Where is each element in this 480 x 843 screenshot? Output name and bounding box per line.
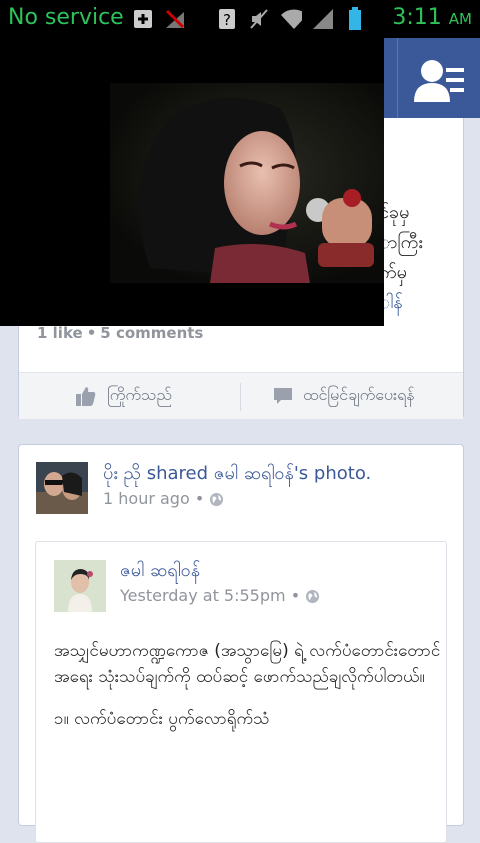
muted-icon [248,8,270,30]
actor-name[interactable]: ပိုး ညို [103,463,141,484]
story-1-line: က်မှ [379,262,407,283]
video-player[interactable] [0,38,384,326]
author-name[interactable]: ဇမါ ဆရါဝန် [120,558,200,585]
friends-list-icon [414,60,464,102]
video-frame [0,38,384,326]
story-2-headline: ပိုး ညို shared ဇမါ ဆရါဝန်'s photo. [103,461,371,488]
signal-icon [312,8,334,30]
separator-dot: • [194,489,205,508]
story-1-actions: ကြိုက်သည် ထင်မြင်ချက်ပေးရန် [19,372,463,419]
post-paragraph: ၁။ လက်ပံတောင်း ပွက်လောရိုက်သံ [54,709,270,729]
story-1-text: င်ခုမှ ာကြီး က်မှ ါန် [379,198,469,318]
wifi-icon [280,8,302,30]
story-1-line: ာကြီး [379,232,423,253]
story-2-timestamp[interactable]: 1 hour ago • [103,489,224,508]
globe-icon [306,589,320,604]
timestamp-text: Yesterday at 5:55pm [120,586,286,605]
story-1-line[interactable]: ါန် [379,288,469,318]
likes-count[interactable]: 1 like [37,324,83,342]
story-1-stats[interactable]: 1 like • 5 comments [37,324,203,342]
thumbs-up-icon [76,387,96,406]
plus-box-icon [132,8,154,30]
post-paragraph: အသျှင်မဟာကဏ္ဍကောဇ (အသွာမြေ) ရဲ့ လက်ပံတော… [54,641,441,687]
feed-story-2: ပိုး ညို shared ဇမါ ဆရါဝန်'s photo. 1 ho… [18,444,464,843]
status-bar: No service ? 3:11 AM [0,0,480,38]
globe-icon [210,492,224,507]
comments-count[interactable]: 5 comments [100,324,203,342]
comment-label: ထင်မြင်ချက်ပေးရန် [303,385,415,404]
carrier-label: No service [8,5,124,30]
shared-post-timestamp[interactable]: Yesterday at 5:55pm • [120,586,320,605]
author-avatar[interactable] [54,560,106,612]
separator-dot: • [86,324,97,342]
timestamp-text: 1 hour ago [103,489,190,508]
question-icon: ? [216,8,238,30]
svg-text:?: ? [223,11,231,29]
action-divider [240,383,241,411]
comment-button[interactable]: ထင်မြင်ချက်ပေးရန် [273,373,415,419]
shared-post[interactable]: ဇမါ ဆရါဝန် Yesterday at 5:55pm • အသျှင်မ… [35,541,447,843]
actor-avatar-photo [36,462,88,514]
comment-icon [274,388,292,404]
status-icons: ? [132,7,366,31]
like-button[interactable]: ကြိုက်သည် [75,373,172,419]
no-signal-icon [164,8,186,30]
friends-list-button[interactable] [397,38,480,118]
original-photo-link[interactable]: ဇမါ ဆရါဝန်'s photo [214,463,366,484]
like-label: ကြိုက်သည် [107,385,172,404]
shared-post-body: အသျှင်မဟာကဏ္ဍကောဇ (အသွာမြေ) ရဲ့ လက်ပံတော… [54,638,444,748]
story-1-line: င်ခုမှ [379,202,410,223]
clock-ampm: AM [448,10,472,28]
battery-icon [344,7,366,30]
actor-avatar[interactable] [36,462,88,514]
clock-time: 3:11 [392,5,442,30]
clock: 3:11 AM [392,5,472,30]
headline-period: . [365,463,372,484]
separator-dot: • [290,586,301,605]
shared-verb: shared [146,463,209,484]
author-avatar-photo [54,560,106,612]
